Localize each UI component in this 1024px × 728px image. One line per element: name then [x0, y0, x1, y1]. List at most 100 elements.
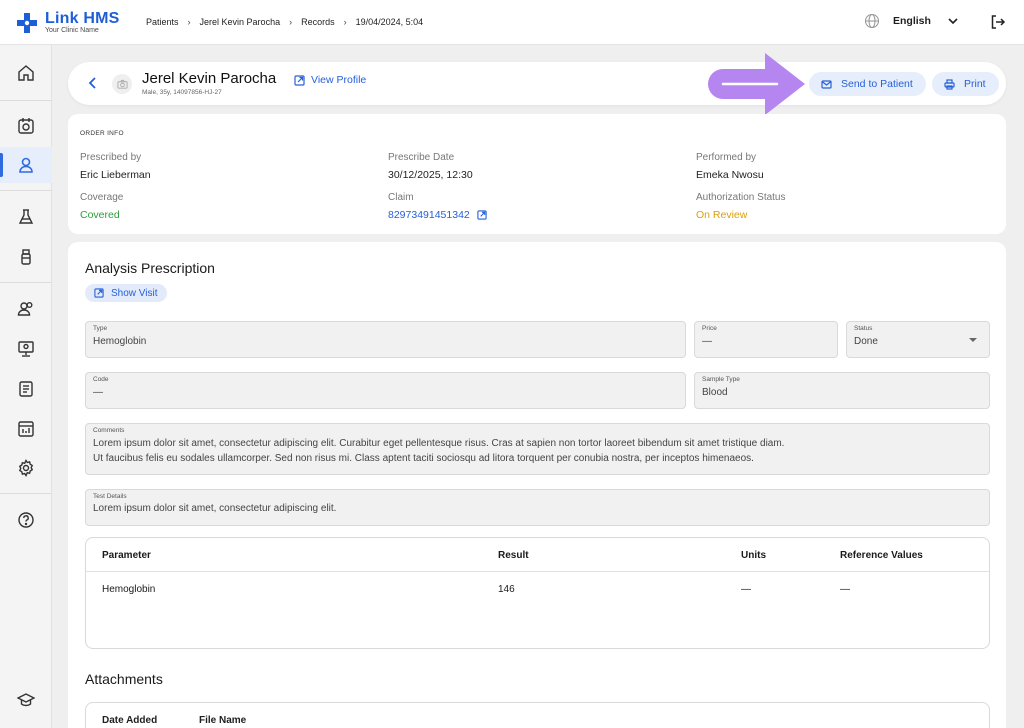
sidebar-item-monitor[interactable] [0, 331, 52, 367]
view-profile-link[interactable]: View Profile [294, 74, 366, 86]
chevron-down-icon [948, 18, 958, 25]
send-to-patient-label: Send to Patient [841, 78, 913, 90]
price-value: — [702, 336, 712, 347]
patient-meta: Male, 35y, 14097856-HJ-27 [142, 89, 222, 96]
sidebar-divider [0, 493, 52, 494]
prescribed-by-field: Prescribed by Eric Lieberman [80, 152, 360, 181]
claim-value: 82973491451342 [388, 209, 470, 221]
external-link-icon [477, 210, 487, 220]
claim-label: Claim [388, 192, 414, 203]
sidebar-item-patients[interactable] [0, 147, 52, 183]
dropdown-caret-icon [969, 338, 977, 342]
code-field[interactable]: Code — [85, 372, 686, 409]
calendar-icon [18, 118, 34, 134]
comments-line: Ut faucibus felis eu sodales ullamcorper… [93, 453, 754, 464]
test-details-value: Lorem ipsum dolor sit amet, consectetur … [93, 503, 337, 514]
performed-by-value: Emeka Nwosu [696, 169, 764, 181]
breadcrumb-patient[interactable]: Jerel Kevin Parocha [200, 17, 281, 27]
authorization-status-label: Authorization Status [696, 192, 786, 203]
sidebar-item-lab[interactable] [0, 199, 52, 235]
top-bar: Link HMS Your Clinic Name Patients › Jer… [0, 0, 1024, 45]
report-icon [18, 421, 34, 437]
price-label: Price [702, 325, 717, 332]
prescribe-date-label: Prescribe Date [388, 152, 455, 163]
sidebar-item-appointments[interactable] [0, 108, 52, 144]
clipboard-icon [19, 381, 33, 397]
breadcrumb: Patients › Jerel Kevin Parocha › Records… [146, 17, 423, 27]
type-label: Type [93, 325, 108, 332]
breadcrumb-records[interactable]: Records [301, 17, 335, 27]
app-logo[interactable]: Link HMS Your Clinic Name [16, 10, 119, 36]
attachments-table: Date Added File Name [85, 702, 990, 728]
status-select[interactable]: Status Done [846, 321, 990, 358]
test-details-label: Test Details [93, 493, 127, 500]
coverage-label: Coverage [80, 192, 124, 203]
logout-icon[interactable] [990, 14, 1006, 30]
prescribe-date-value: 30/12/2025, 12:30 [388, 169, 473, 181]
sidebar-item-records[interactable] [0, 371, 52, 407]
prescribe-date-field: Prescribe Date 30/12/2025, 12:30 [388, 152, 668, 181]
authorization-status-value: On Review [696, 209, 748, 221]
status-value: Done [854, 336, 878, 347]
test-details-field[interactable]: Test Details Lorem ipsum dolor sit amet,… [85, 489, 990, 526]
sidebar-item-learning[interactable] [0, 682, 52, 718]
prescribed-by-label: Prescribed by [80, 152, 142, 163]
show-visit-button[interactable]: Show Visit [85, 284, 167, 302]
column-header-file-name: File Name [199, 715, 247, 726]
section-title: Analysis Prescription [85, 260, 215, 276]
sidebar [0, 45, 52, 728]
globe-icon [864, 13, 880, 29]
type-field[interactable]: Type Hemoglobin [85, 321, 686, 358]
claim-link[interactable]: 82973491451342 [388, 209, 668, 221]
home-icon [18, 65, 34, 81]
graduation-cap-icon [17, 693, 35, 707]
language-label: English [893, 15, 931, 27]
sidebar-item-staff[interactable] [0, 291, 52, 327]
order-info-title: ORDER INFO [80, 130, 124, 137]
help-icon [18, 512, 34, 528]
sample-type-label: Sample Type [702, 376, 740, 383]
sample-type-field[interactable]: Sample Type Blood [694, 372, 990, 409]
comments-field[interactable]: Comments Lorem ipsum dolor sit amet, con… [85, 423, 990, 475]
breadcrumb-separator-icon: › [187, 17, 191, 27]
authorization-status-field: Authorization Status On Review [696, 192, 976, 221]
avatar[interactable] [112, 74, 132, 94]
attachments-title: Attachments [85, 671, 163, 687]
performed-by-label: Performed by [696, 152, 757, 163]
sidebar-item-settings[interactable] [0, 450, 52, 486]
code-label: Code [93, 376, 109, 383]
sidebar-divider [0, 190, 52, 191]
clinic-name: Your Clinic Name [45, 27, 99, 34]
breadcrumb-patients[interactable]: Patients [146, 17, 179, 27]
order-info-card: ORDER INFO Prescribed by Eric Lieberman … [68, 114, 1006, 234]
camera-icon [116, 79, 128, 89]
external-link-icon [294, 74, 305, 86]
breadcrumb-record-date: 19/04/2024, 5:04 [355, 17, 424, 27]
printer-icon [944, 78, 955, 90]
units-cell: — [741, 584, 751, 595]
print-button[interactable]: Print [932, 72, 999, 96]
annotation-arrow-icon [708, 53, 805, 115]
column-header-parameter: Parameter [102, 550, 151, 561]
breadcrumb-separator-icon: › [343, 17, 347, 27]
language-selector[interactable]: English [864, 13, 959, 29]
bottle-icon [21, 249, 31, 265]
type-value: Hemoglobin [93, 336, 147, 347]
sidebar-item-pharmacy[interactable] [0, 239, 52, 275]
sidebar-item-help[interactable] [0, 502, 52, 538]
patient-name: Jerel Kevin Parocha [142, 70, 277, 87]
flask-icon [18, 209, 34, 224]
sidebar-item-home[interactable] [0, 55, 52, 91]
comments-value: Lorem ipsum dolor sit amet, consectetur … [93, 436, 784, 466]
prescribed-by-value: Eric Lieberman [80, 169, 151, 181]
table-header-row: Parameter Result Units Reference Values [86, 538, 989, 572]
back-arrow-icon[interactable] [86, 76, 100, 90]
comments-line: Lorem ipsum dolor sit amet, consectetur … [93, 438, 785, 449]
price-field[interactable]: Price — [694, 321, 838, 358]
sidebar-item-reports[interactable] [0, 411, 52, 447]
column-header-date-added: Date Added [102, 715, 158, 726]
code-value: — [93, 387, 103, 398]
gear-icon [18, 459, 34, 477]
send-to-patient-button[interactable]: Send to Patient [809, 72, 926, 96]
coverage-field: Coverage Covered [80, 192, 360, 221]
